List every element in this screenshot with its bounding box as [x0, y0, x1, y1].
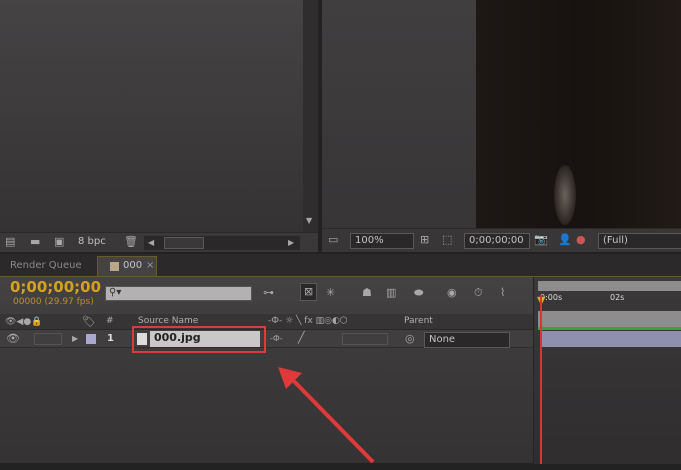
snapshot-icon[interactable]: 📷 — [534, 233, 548, 247]
resolution-dropdown[interactable]: (Full) — [598, 233, 681, 249]
file-icon — [137, 333, 147, 345]
current-time[interactable]: 0;00;00;00 — [464, 233, 530, 249]
timeline-panel: 0;00;00;00 00000 (29.97 fps) ⚲▾ ⊶ ⊠ ✳ ☗ … — [0, 276, 681, 464]
tab-render-queue[interactable]: Render Queue — [2, 257, 90, 276]
search-input[interactable]: ⚲▾ — [105, 286, 252, 301]
label-icon: 🏷 — [82, 315, 96, 328]
new-folder-icon[interactable]: ▬ — [30, 235, 40, 249]
visibility-eye-icon[interactable]: 👁 — [6, 332, 20, 346]
source-name-header[interactable]: Source Name — [138, 316, 198, 326]
layer-column-headers: 👁◀●🔒 🏷 # Source Name -Ф- ☼ ╲ fx ▥◎◐⬡ Par… — [0, 314, 533, 330]
frame-blending-icon[interactable]: ▥ — [386, 286, 396, 300]
red-arrow-annotation — [278, 367, 378, 467]
composition-canvas[interactable] — [476, 0, 681, 228]
frame-info: 00000 (29.97 fps) — [13, 297, 94, 307]
composition-viewer: ▭ 100% ⊞ ⬚ 0;00;00;00 📷 👤 ● (Full) — [322, 0, 681, 252]
playhead-line — [540, 295, 542, 464]
auto-keyframe-icon[interactable]: ⏱ — [474, 286, 483, 300]
timeline-timecode[interactable]: 0;00;00;00 — [10, 278, 101, 296]
draft-3d-icon[interactable]: ✳ — [326, 286, 335, 300]
close-tab-icon: × — [146, 260, 155, 271]
channel-icon[interactable]: ● — [576, 233, 586, 247]
table-row[interactable]: 👁 ▶ 1 000.jpg -Ф- ╱ ◎ None — [0, 326, 533, 353]
pickwhip-icon[interactable]: ◎ — [405, 332, 415, 346]
hide-shy-layers-icon[interactable]: ☗ — [362, 286, 372, 300]
transparency-grid-icon[interactable]: ⬚ — [442, 233, 452, 247]
expand-triangle-icon[interactable]: ▶ — [72, 332, 78, 346]
project-panel: ▼ ▤ ▬ ▣ 8 bpc 🗑 ◀ ▶ — [0, 0, 318, 252]
new-composition-icon[interactable]: ▣ — [54, 235, 64, 249]
region-of-interest-icon[interactable]: ⊞ — [420, 233, 429, 247]
layer-duration-bar[interactable] — [541, 331, 681, 347]
bpc-button[interactable]: 8 bpc — [78, 236, 106, 247]
show-snapshot-icon[interactable]: 👤 — [558, 233, 572, 247]
timeline-tracks[interactable]: 0:00s 02s ▼ — [533, 277, 681, 464]
trash-icon[interactable]: 🗑 — [124, 235, 138, 249]
interpret-footage-icon[interactable]: ▤ — [5, 235, 15, 249]
always-preview-icon[interactable]: ▭ — [328, 233, 338, 247]
zoom-dropdown[interactable]: 100% — [350, 233, 414, 249]
motion-blur-icon[interactable]: ⬬ — [414, 286, 423, 300]
parent-header[interactable]: Parent — [404, 316, 433, 326]
label-color[interactable] — [86, 334, 96, 344]
panel-tabs: Render Queue 000 × — [0, 254, 681, 276]
work-area-bar[interactable] — [538, 281, 681, 291]
live-update-icon[interactable]: ⊠ — [300, 283, 318, 301]
layer-name[interactable]: 000.jpg — [150, 331, 260, 347]
av-features-icons: 👁◀●🔒 — [5, 317, 43, 327]
horizontal-scrollbar[interactable]: ◀ ▶ — [144, 236, 300, 250]
quality-switch-icon[interactable]: ╱ — [298, 331, 305, 345]
parent-dropdown[interactable]: None — [424, 332, 510, 348]
graph-editor-icon[interactable]: ⌇ — [500, 286, 505, 300]
comp-mini-flowchart-icon[interactable]: ⊶ — [263, 286, 274, 300]
switches-icons: -Ф- ☼ ╲ fx ▥◎◐⬡ — [268, 316, 348, 326]
shy-switch-icon[interactable]: -Ф- — [270, 332, 283, 346]
brainstorm-icon[interactable]: ◉ — [447, 286, 457, 300]
vertical-scrollbar[interactable]: ▼ — [303, 0, 318, 232]
tab-composition-000[interactable]: 000 × — [97, 256, 157, 276]
